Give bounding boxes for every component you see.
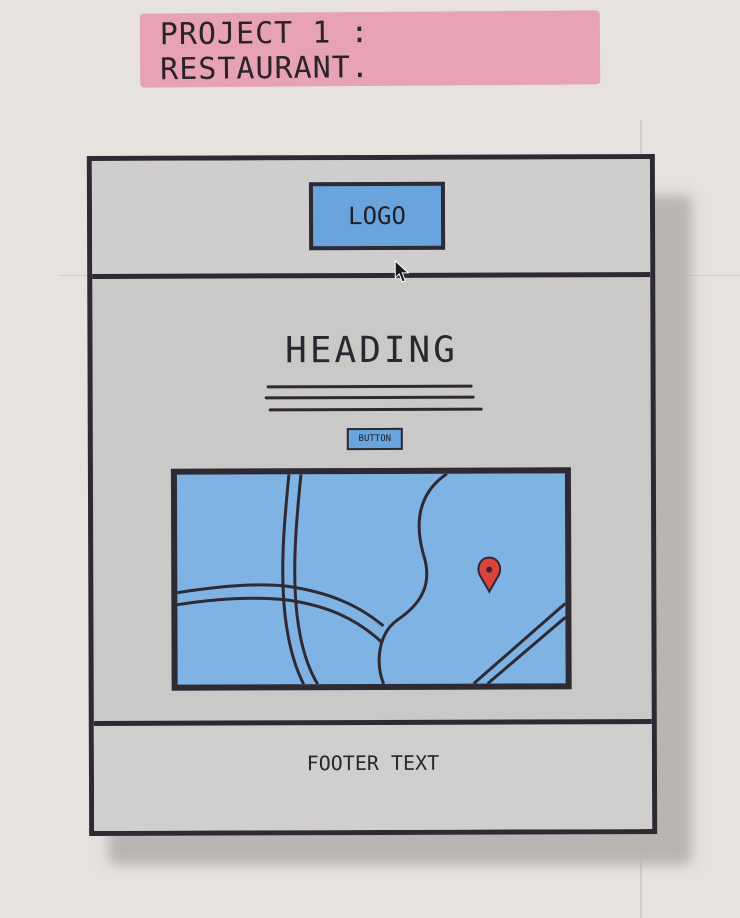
map-drawing [177, 473, 566, 685]
wireframe-header: LOGO [91, 159, 651, 283]
map-road [486, 616, 566, 685]
button-placeholder[interactable]: BUTTON [346, 427, 403, 451]
footer-text: FOOTER TEXT [306, 750, 440, 776]
map-road [293, 474, 319, 685]
cursor-arrow-icon [394, 259, 410, 283]
heading-placeholder: HEADING [285, 329, 458, 372]
text-line-placeholder [268, 407, 483, 412]
map-river [377, 473, 448, 685]
map-road [281, 474, 305, 685]
map-pin-icon [477, 556, 501, 594]
map-placeholder[interactable] [170, 467, 572, 691]
page-title: PROJECT 1 : RESTAURANT. [159, 15, 371, 88]
wireframe-sketch: LOGO HEADING BUTTON FOOTER TEXT [86, 154, 658, 836]
text-line-placeholder [264, 395, 475, 400]
logo-placeholder[interactable]: LOGO [308, 181, 446, 251]
wireframe-footer: FOOTER TEXT [93, 719, 653, 831]
text-line-placeholder [266, 384, 473, 389]
map-road [472, 602, 566, 685]
